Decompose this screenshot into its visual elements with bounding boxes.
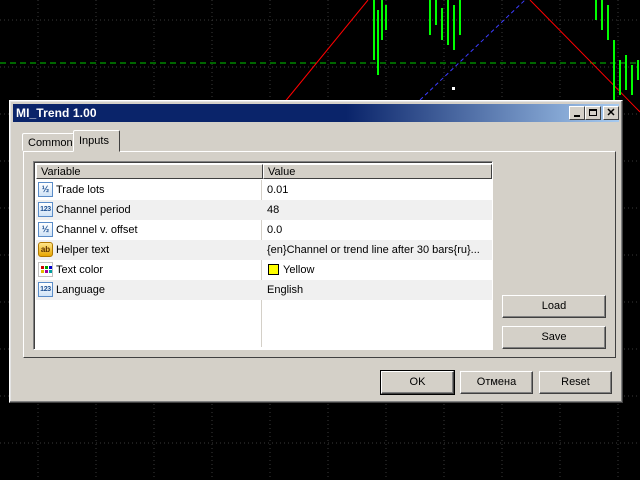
variable-cell: ab Helper text xyxy=(36,240,263,260)
integer-type-icon: 123 xyxy=(38,202,53,217)
minimize-icon xyxy=(574,115,580,117)
cancel-button[interactable]: Отмена xyxy=(460,371,533,394)
variable-name: Text color xyxy=(56,264,104,276)
value-cell[interactable]: 0.0 xyxy=(264,220,492,240)
variable-cell: 123 Language xyxy=(36,280,263,300)
table-row[interactable]: ½ Trade lots 0.01 xyxy=(36,180,492,200)
variable-name: Language xyxy=(56,284,105,296)
table-row[interactable]: 123 Language English xyxy=(36,280,492,300)
variable-name: Trade lots xyxy=(56,184,105,196)
maximize-icon xyxy=(589,109,597,116)
fraction-type-icon: ½ xyxy=(38,182,53,197)
table-row[interactable]: ½ Channel v. offset 0.0 xyxy=(36,220,492,240)
price-marker xyxy=(452,87,455,90)
minimize-button[interactable] xyxy=(569,106,585,120)
ok-button[interactable]: OK xyxy=(380,370,455,395)
color-value-text: Yellow xyxy=(283,264,315,276)
inputs-table: Variable Value ½ Trade lots 0.01 123 Cha… xyxy=(33,161,493,350)
column-header-value[interactable]: Value xyxy=(263,164,492,179)
table-row[interactable]: Text color Yellow xyxy=(36,260,492,280)
close-icon: ✕ xyxy=(606,107,616,119)
close-button[interactable]: ✕ xyxy=(603,106,619,120)
table-body: ½ Trade lots 0.01 123 Channel period 48 … xyxy=(36,180,492,300)
tab-common[interactable]: Common xyxy=(22,133,74,151)
column-header-variable[interactable]: Variable xyxy=(36,164,263,179)
dialog-titlebar[interactable]: MI_Trend 1.00 ✕ xyxy=(13,104,619,122)
value-cell[interactable]: English xyxy=(264,280,492,300)
load-button[interactable]: Load xyxy=(502,295,606,318)
indicator-properties-dialog: MI_Trend 1.00 ✕ Common Inputs Variable V… xyxy=(9,100,623,403)
reset-button[interactable]: Reset xyxy=(539,371,612,394)
value-cell[interactable]: 0.01 xyxy=(264,180,492,200)
variable-name: Channel period xyxy=(56,204,131,216)
variable-cell: Text color xyxy=(36,260,263,280)
variable-name: Channel v. offset xyxy=(56,224,138,236)
fraction-type-icon: ½ xyxy=(38,222,53,237)
variable-name: Helper text xyxy=(56,244,110,256)
maximize-button[interactable] xyxy=(585,106,601,120)
variable-cell: ½ Channel v. offset xyxy=(36,220,263,240)
value-cell[interactable]: Yellow xyxy=(264,260,492,280)
string-type-icon: ab xyxy=(38,242,53,257)
variable-cell: ½ Trade lots xyxy=(36,180,263,200)
color-type-icon xyxy=(38,262,53,277)
tab-inputs[interactable]: Inputs xyxy=(73,130,120,152)
value-cell[interactable]: 48 xyxy=(264,200,492,220)
integer-type-icon: 123 xyxy=(38,282,53,297)
save-button[interactable]: Save xyxy=(502,326,606,349)
table-row[interactable]: 123 Channel period 48 xyxy=(36,200,492,220)
table-row[interactable]: ab Helper text {en}Channel or trend line… xyxy=(36,240,492,260)
value-cell[interactable]: {en}Channel or trend line after 30 bars{… xyxy=(264,240,492,260)
variable-cell: 123 Channel period xyxy=(36,200,263,220)
dialog-title: MI_Trend 1.00 xyxy=(16,106,97,120)
table-header: Variable Value xyxy=(36,164,492,179)
color-swatch xyxy=(268,264,279,275)
